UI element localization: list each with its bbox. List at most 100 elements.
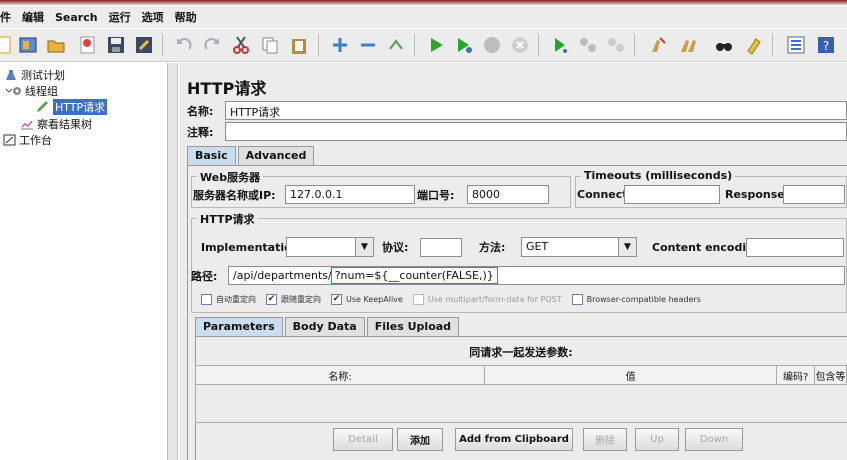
flask-icon bbox=[5, 69, 17, 81]
toolbar-separator bbox=[772, 34, 773, 56]
delete-button[interactable]: 删除 bbox=[583, 428, 627, 451]
menu-help[interactable]: 帮助 bbox=[175, 9, 197, 25]
tab-parameters[interactable]: Parameters bbox=[195, 317, 283, 336]
auto-redirect-checkbox[interactable]: 自动重定向 bbox=[201, 294, 256, 305]
svg-text:?: ? bbox=[823, 39, 829, 53]
comment-label: 注释: bbox=[187, 125, 214, 139]
split-pane-divider[interactable] bbox=[168, 63, 178, 460]
col-name[interactable]: 名称: bbox=[196, 366, 486, 384]
follow-redirect-checkbox[interactable]: ✔ 跟随重定向 bbox=[266, 294, 321, 305]
detail-button[interactable]: Detail bbox=[333, 428, 393, 451]
params-table-body[interactable] bbox=[195, 385, 847, 423]
server-label: 服务器名称或IP: bbox=[193, 188, 276, 202]
implementation-select[interactable]: ▼ bbox=[286, 237, 374, 257]
col-include[interactable]: 包含等 bbox=[815, 366, 846, 384]
tab-body-data[interactable]: Body Data bbox=[284, 317, 365, 336]
tree-node-label: HTTP请求 bbox=[53, 99, 108, 115]
toolbar-separator bbox=[538, 34, 539, 56]
page-title: HTTP请求 bbox=[187, 79, 267, 98]
help-icon[interactable]: ? bbox=[814, 33, 838, 57]
clear-icon[interactable] bbox=[646, 33, 670, 57]
add-from-clipboard-button[interactable]: Add from Clipboard bbox=[455, 428, 573, 451]
window-top-edge bbox=[0, 0, 847, 5]
menu-search[interactable]: Search bbox=[55, 11, 98, 24]
templates-icon[interactable] bbox=[16, 33, 40, 57]
tab-files-upload[interactable]: Files Upload bbox=[366, 317, 460, 336]
save-as-icon[interactable] bbox=[132, 33, 156, 57]
path-field[interactable]: /api/departments/ ?num=${__counter(FALSE… bbox=[228, 266, 845, 285]
response-field[interactable] bbox=[783, 185, 845, 204]
menu-file[interactable]: 件 bbox=[0, 9, 11, 25]
browser-headers-checkbox[interactable]: Browser-compatible headers bbox=[571, 294, 701, 305]
function-helper-icon[interactable] bbox=[784, 33, 808, 57]
remote-shutdown-icon[interactable] bbox=[604, 33, 628, 57]
implementation-label: Implementation: bbox=[201, 240, 304, 254]
implementation-value bbox=[286, 237, 356, 257]
params-table-header: 名称: 值 编码? 包含等 bbox=[195, 365, 847, 385]
tree-node-thread-group[interactable]: 线程组 bbox=[5, 83, 58, 99]
down-button[interactable]: Down bbox=[685, 428, 743, 451]
tab-basic[interactable]: Basic bbox=[187, 146, 236, 165]
http-request-panel: HTTP请求 名称: HTTP请求 注释: Basic Advanced Web… bbox=[179, 63, 847, 460]
remote-stop-icon[interactable] bbox=[576, 33, 600, 57]
web-server-title: Web服务器 bbox=[197, 169, 264, 185]
tree-node-results-tree[interactable]: 察看结果树 bbox=[20, 116, 92, 132]
save-icon[interactable] bbox=[104, 33, 128, 57]
toggle-icon[interactable] bbox=[384, 33, 408, 57]
workbench-icon bbox=[3, 134, 16, 146]
protocol-field[interactable] bbox=[420, 237, 462, 257]
chevron-down-icon: ▼ bbox=[356, 237, 374, 257]
col-encode[interactable]: 编码? bbox=[777, 366, 816, 384]
search-icon[interactable] bbox=[712, 33, 736, 57]
tab-advanced[interactable]: Advanced bbox=[237, 146, 315, 165]
toolbar-separator bbox=[414, 34, 415, 56]
tree-node-workbench[interactable]: 工作台 bbox=[3, 132, 52, 148]
undo-icon[interactable] bbox=[172, 33, 196, 57]
reset-search-icon[interactable] bbox=[742, 33, 766, 57]
http-request-group-title: HTTP请求 bbox=[197, 211, 258, 227]
content-encoding-field[interactable] bbox=[746, 237, 844, 257]
checkbox-label: Use multipart/form-data for POST bbox=[427, 295, 562, 304]
toolbar: ? bbox=[0, 29, 847, 62]
add-button[interactable]: 添加 bbox=[397, 428, 443, 451]
up-button[interactable]: Up bbox=[635, 428, 679, 451]
connect-label: Connect: bbox=[577, 188, 632, 201]
open-recent-icon[interactable] bbox=[76, 33, 100, 57]
port-field[interactable]: 8000 bbox=[467, 185, 549, 204]
start-icon[interactable] bbox=[424, 33, 448, 57]
method-select[interactable]: GET ▼ bbox=[521, 237, 637, 257]
redo-icon[interactable] bbox=[200, 33, 224, 57]
remote-start-icon[interactable] bbox=[548, 33, 572, 57]
col-value[interactable]: 值 bbox=[485, 366, 778, 384]
shutdown-icon[interactable] bbox=[508, 33, 532, 57]
name-field[interactable]: HTTP请求 bbox=[225, 101, 847, 120]
toolbar-separator bbox=[318, 34, 319, 56]
test-plan-tree: 测试计划 线程组 HTTP请求 察看结果树 工作台 bbox=[0, 63, 168, 460]
expand-icon[interactable] bbox=[328, 33, 352, 57]
start-no-pause-icon[interactable] bbox=[452, 33, 476, 57]
collapse-icon[interactable] bbox=[356, 33, 380, 57]
menu-options[interactable]: 选项 bbox=[142, 9, 164, 25]
new-icon[interactable] bbox=[0, 33, 16, 57]
timeouts-title: Timeouts (milliseconds) bbox=[581, 169, 736, 182]
tree-node-http-request[interactable]: HTTP请求 bbox=[36, 99, 108, 115]
paste-icon[interactable] bbox=[287, 33, 311, 57]
tree-node-test-plan[interactable]: 测试计划 bbox=[5, 67, 65, 83]
server-field[interactable]: 127.0.0.1 bbox=[285, 185, 415, 204]
keepalive-checkbox[interactable]: ✔ Use KeepAlive bbox=[331, 294, 403, 305]
path-query-highlight: ?num=${__counter(FALSE,)} bbox=[330, 267, 498, 284]
copy-icon[interactable] bbox=[258, 33, 282, 57]
open-icon[interactable] bbox=[44, 33, 68, 57]
comment-field[interactable] bbox=[225, 122, 847, 141]
menu-run[interactable]: 运行 bbox=[109, 9, 131, 25]
clear-all-icon[interactable] bbox=[676, 33, 700, 57]
tree-node-label: 察看结果树 bbox=[37, 118, 92, 131]
tree-node-label: 线程组 bbox=[25, 85, 58, 98]
stop-icon[interactable] bbox=[480, 33, 504, 57]
method-label: 方法: bbox=[479, 241, 506, 254]
connect-field[interactable] bbox=[624, 185, 720, 204]
tree-node-label: 测试计划 bbox=[21, 69, 65, 82]
pen-icon bbox=[36, 101, 50, 113]
menu-edit[interactable]: 编辑 bbox=[22, 9, 44, 25]
cut-icon[interactable] bbox=[229, 33, 253, 57]
